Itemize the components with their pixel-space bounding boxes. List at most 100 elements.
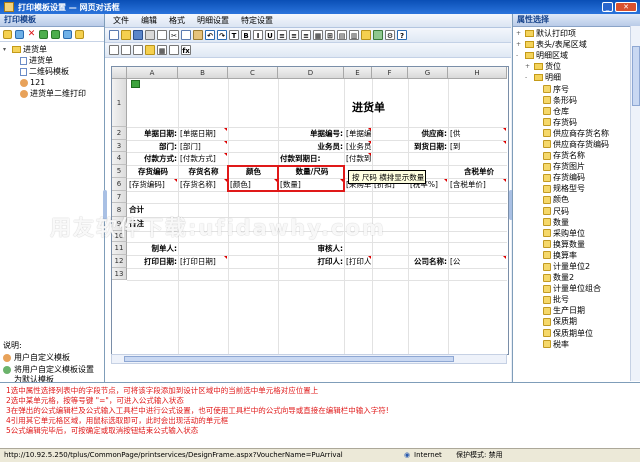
row-header[interactable]: 6 (112, 178, 127, 191)
scrollbar-thumb[interactable] (124, 356, 454, 362)
redo-icon[interactable]: ↷ (217, 30, 227, 40)
export-template-icon[interactable] (51, 29, 60, 39)
freeze-icon[interactable] (169, 45, 179, 55)
menu-edit[interactable]: 编辑 (135, 14, 163, 27)
property-tree-item[interactable]: 换算数量 (516, 239, 632, 250)
column-header[interactable]: A (127, 67, 178, 79)
sheet-cell[interactable]: 打印日期: (129, 255, 177, 268)
expand-toggle-icon[interactable]: + (516, 39, 523, 50)
menu-format[interactable]: 格式 (163, 14, 191, 27)
row-header[interactable]: 12 (112, 255, 127, 268)
template-tree-item[interactable]: 进货单二维打印 (3, 88, 101, 99)
open-icon[interactable] (121, 30, 131, 40)
template-tree-item[interactable]: 二维码模板 (3, 66, 101, 77)
property-tree-item[interactable]: 规格型号 (516, 183, 632, 194)
sheet-corner[interactable] (112, 67, 127, 79)
row-header[interactable]: 11 (112, 242, 127, 255)
undo-icon[interactable]: ↶ (205, 30, 215, 40)
sheet-cell[interactable]: 到货日期: (410, 140, 447, 152)
sheet-cell[interactable]: 单据日期: (129, 127, 177, 140)
property-tree-item[interactable]: 存货图片 (516, 161, 632, 172)
delete-template-icon[interactable]: ✕ (27, 29, 36, 39)
expand-toggle-icon[interactable]: - (516, 50, 523, 61)
property-tree-item[interactable]: 批号 (516, 294, 632, 305)
horizontal-scrollbar[interactable] (111, 354, 507, 364)
import-template-icon[interactable] (39, 29, 48, 39)
copy-template-icon[interactable] (15, 29, 24, 39)
column-header[interactable]: G (408, 67, 448, 79)
fill-color-icon[interactable] (361, 30, 371, 40)
cut-icon[interactable]: ✂ (169, 30, 179, 40)
expand-toggle-icon[interactable]: + (525, 61, 532, 72)
column-header[interactable]: D (278, 67, 344, 79)
sheet-cell[interactable]: 公司名称: (410, 255, 447, 268)
expand-toggle-icon[interactable]: - (525, 72, 532, 83)
sheet-cell[interactable]: [打印日期] (180, 255, 227, 268)
help-icon[interactable]: ? (397, 30, 407, 40)
sheet-cell[interactable]: 审核人: (280, 242, 344, 255)
scrollbar-thumb[interactable] (632, 46, 640, 106)
expand-toggle-icon[interactable]: ▾ (3, 44, 10, 55)
row-header[interactable]: 3 (112, 140, 127, 152)
property-tree-item[interactable]: 存货编码 (516, 172, 632, 183)
print-icon[interactable] (145, 30, 155, 40)
property-tree-item[interactable]: 换算率 (516, 250, 632, 261)
sheet-cell[interactable]: 单据编号: (280, 127, 343, 140)
new-icon[interactable] (109, 30, 119, 40)
sheet-cell[interactable]: [存货名称] (180, 178, 227, 191)
sheet-cell[interactable]: 部门: (129, 140, 177, 152)
column-header[interactable]: H (448, 67, 507, 79)
property-tree-item[interactable]: 存货名称 (516, 150, 632, 161)
row-height-icon[interactable] (121, 45, 131, 55)
property-tree-item[interactable]: 尺码 (516, 206, 632, 217)
property-tree-item[interactable]: 计量单位2 (516, 261, 632, 272)
sheet-cell[interactable]: 打印人: (280, 255, 344, 268)
sheet-cell[interactable]: 制单人: (129, 242, 178, 255)
property-tree-item[interactable]: - 明细区域 (516, 50, 632, 61)
template-tree-item[interactable]: ▾ 进货单 (3, 44, 101, 55)
row-header[interactable]: 13 (112, 268, 127, 280)
row-header[interactable]: 2 (112, 127, 127, 140)
sheet-cell[interactable]: [单据日期] (180, 127, 227, 140)
property-tree-item[interactable]: 供应商存货名称 (516, 128, 632, 139)
sheet-cell[interactable]: [公 (450, 255, 506, 268)
column-header[interactable]: F (372, 67, 408, 79)
sheet-cell[interactable]: [到 (450, 140, 506, 152)
row-header[interactable]: 1 (112, 79, 127, 127)
property-tree-item[interactable]: 供应商存货编码 (516, 139, 632, 150)
underline-icon[interactable]: U (265, 30, 275, 40)
sheet-cell[interactable]: [供 (450, 127, 506, 140)
image-icon[interactable] (373, 30, 383, 40)
property-tree-item[interactable]: 生产日期 (516, 305, 632, 316)
refresh-template-icon[interactable] (63, 29, 72, 39)
grid-icon[interactable]: ▦ (157, 45, 167, 55)
property-tree-item[interactable]: 保质期 (516, 316, 632, 327)
column-header[interactable]: E (344, 67, 372, 79)
report-title[interactable]: 进货单 (352, 101, 385, 115)
template-tree-item[interactable]: 进货单 (3, 55, 101, 66)
property-tree-item[interactable]: + 默认打印项 (516, 28, 632, 39)
insert-row-icon[interactable]: ▤ (337, 30, 347, 40)
save-icon[interactable] (133, 30, 143, 40)
property-tree-item[interactable]: 采购单位 (516, 228, 632, 239)
paste-icon[interactable] (193, 30, 203, 40)
sheet-cell[interactable]: 存货名称 (180, 165, 227, 178)
property-tree-item[interactable]: 数量 (516, 217, 632, 228)
sheet-cell[interactable]: 付款方式: (129, 152, 177, 165)
align-center-icon[interactable]: ≡ (289, 30, 299, 40)
align-left-icon[interactable]: ≡ (277, 30, 287, 40)
spreadsheet[interactable]: A B C D E F G H 1 2 3 4 5 6 7 8 9 10 11 12 13 进货单 单据日期: [单据日期] 单… (111, 66, 509, 355)
column-header[interactable]: C (228, 67, 278, 79)
sheet-cell[interactable]: 存货编码 (129, 165, 177, 178)
sheet-cell[interactable]: [付款方式] (180, 152, 227, 165)
selected-cell-size[interactable] (277, 165, 345, 192)
property-tree-item[interactable]: + 货位 (516, 61, 632, 72)
property-tree-item[interactable]: 颜色 (516, 194, 632, 205)
property-tree-item[interactable]: 仓库 (516, 106, 632, 117)
page-setup-icon[interactable] (109, 45, 119, 55)
selected-cell-color[interactable] (227, 165, 279, 192)
settings-icon[interactable]: ⚙ (385, 30, 395, 40)
menu-file[interactable]: 文件 (107, 14, 135, 27)
menu-special-settings[interactable]: 特定设置 (235, 14, 279, 27)
row-header[interactable]: 4 (112, 152, 127, 165)
